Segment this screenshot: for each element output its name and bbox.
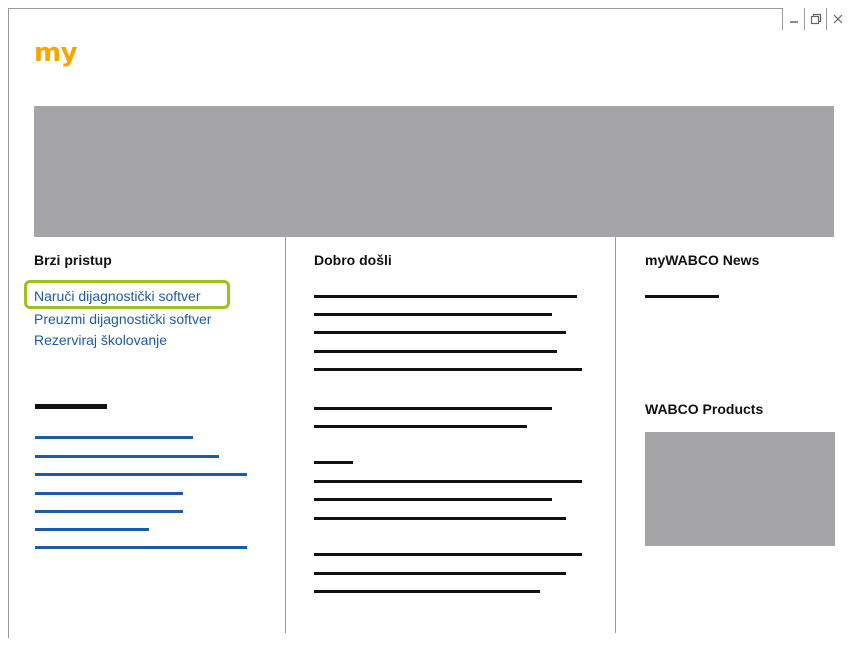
link-placeholder[interactable] xyxy=(35,473,247,476)
order-diagnostic-software-link[interactable]: Naruči dijagnostički softver xyxy=(34,288,201,304)
product-image-placeholder[interactable] xyxy=(645,432,835,546)
link-placeholder[interactable] xyxy=(35,510,183,513)
text-line-placeholder xyxy=(314,295,577,298)
column-divider xyxy=(615,237,616,633)
restore-icon xyxy=(810,13,821,25)
text-line-placeholder xyxy=(314,590,540,593)
text-line-placeholder xyxy=(314,368,582,371)
restore-button[interactable] xyxy=(804,8,826,30)
link-placeholder[interactable] xyxy=(35,455,219,458)
text-line-placeholder xyxy=(314,407,552,410)
products-title: WABCO Products xyxy=(645,401,764,417)
window-controls xyxy=(782,8,848,30)
text-line-placeholder xyxy=(314,350,557,353)
news-title: myWABCO News xyxy=(645,252,760,268)
welcome-title: Dobro došli xyxy=(314,252,392,268)
text-line-placeholder xyxy=(314,517,566,520)
hero-banner-placeholder xyxy=(34,106,834,237)
text-line-placeholder xyxy=(314,572,566,575)
minimize-button[interactable] xyxy=(782,8,804,30)
link-placeholder[interactable] xyxy=(35,492,183,495)
text-line-placeholder xyxy=(314,331,566,334)
link-placeholder[interactable] xyxy=(35,528,149,531)
news-item-placeholder xyxy=(645,295,719,298)
section-heading-placeholder xyxy=(35,404,107,409)
minimize-icon xyxy=(789,21,798,23)
text-line-placeholder xyxy=(314,425,527,428)
text-line-placeholder xyxy=(314,313,552,316)
text-line-placeholder xyxy=(314,480,582,483)
text-line-placeholder xyxy=(314,461,353,464)
text-line-placeholder xyxy=(314,553,582,556)
download-diagnostic-software-link[interactable]: Preuzmi dijagnostički softver xyxy=(34,311,211,327)
column-divider xyxy=(285,237,286,633)
close-icon xyxy=(833,14,842,24)
link-placeholder[interactable] xyxy=(35,436,193,439)
close-button[interactable] xyxy=(826,8,848,30)
book-training-link[interactable]: Rezerviraj školovanje xyxy=(34,332,167,348)
text-line-placeholder xyxy=(314,498,552,501)
link-placeholder[interactable] xyxy=(35,546,247,549)
app-logo: my xyxy=(34,38,78,68)
quick-access-title: Brzi pristup xyxy=(34,252,112,268)
